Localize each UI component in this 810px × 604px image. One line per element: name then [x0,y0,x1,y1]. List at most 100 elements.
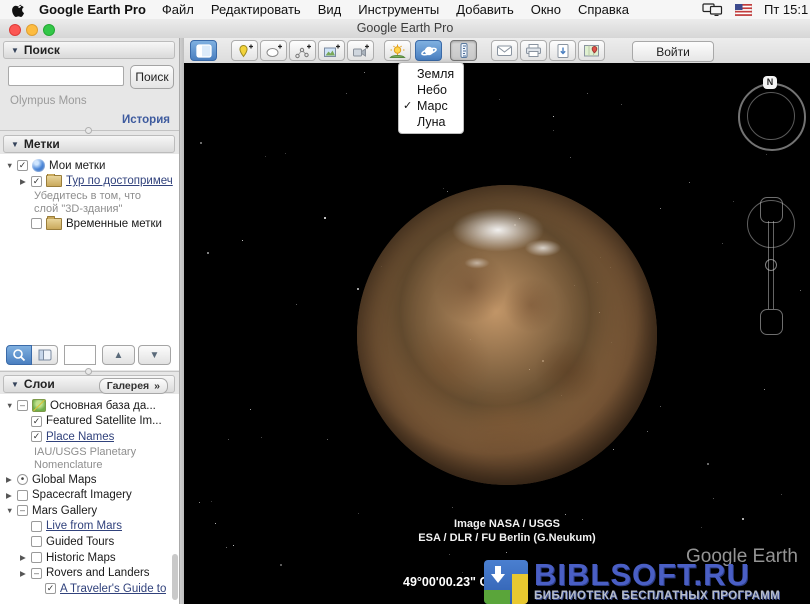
planet-menu-item-марс[interactable]: ✓Марс [399,98,463,114]
checkbox-checked[interactable]: ✓ [17,160,28,171]
north-indicator[interactable]: N [763,76,777,89]
add-image-overlay-button[interactable] [318,40,345,61]
panel-divider-handle[interactable] [85,368,92,375]
switch-planet-button[interactable] [415,40,442,61]
panel-divider-handle[interactable] [85,127,92,134]
menubar-clock[interactable]: Пт 15:1 [764,2,810,17]
recent-search-entry[interactable]: Olympus Mons [10,95,87,107]
gallery-button-label: Галерея [107,380,149,392]
checkbox-partial[interactable]: – [31,568,42,579]
collapse-triangle-icon[interactable]: ▼ [11,140,19,149]
planet-menu-item-луна[interactable]: Луна [399,114,463,130]
tree-note-text: Nomenclature [34,459,102,471]
print-button[interactable] [520,40,547,61]
zoom-out-button[interactable] [760,309,783,335]
star [452,507,453,508]
menu-item[interactable]: Редактировать [211,2,301,17]
add-polygon-button[interactable] [260,40,287,61]
move-down-button[interactable]: ▼ [138,345,171,365]
menu-app-name[interactable]: Google Earth Pro [39,2,146,17]
mars-globe[interactable] [357,185,657,485]
apple-menu-icon[interactable] [12,2,25,17]
expander-right-icon[interactable]: ▶ [6,491,17,500]
checkbox-checked[interactable]: ✓ [45,583,56,594]
search-input[interactable] [8,66,124,86]
menu-item[interactable]: Инструменты [358,2,439,17]
checkbox-checked[interactable]: ✓ [31,431,42,442]
tree-label: Rovers and Landers [46,567,150,579]
placemark-count-box[interactable] [64,345,96,365]
checkbox-partial[interactable]: – [17,505,28,516]
checkbox-partial[interactable]: – [17,400,28,411]
expander-right-icon[interactable]: ▶ [20,553,31,562]
star [199,502,200,503]
checkbox-unchecked[interactable] [31,521,42,532]
save-image-button[interactable] [549,40,576,61]
menu-item[interactable]: Файл [162,2,194,17]
tree-label: Featured Satellite Im... [46,415,162,427]
planet-menu-item-небо[interactable]: Небо [399,82,463,98]
planet-menu-label: Земля [417,67,454,81]
checkbox-unchecked[interactable] [31,552,42,563]
menu-item[interactable]: Окно [531,2,561,17]
checkbox-unchecked[interactable] [17,490,28,501]
layers-scrollbar-thumb[interactable] [172,554,178,600]
expander-right-icon[interactable]: ▶ [6,475,17,484]
planet-menu-label: Марс [417,99,448,113]
layers-panel-header[interactable]: ▼ Слои Галерея » [3,375,175,393]
record-tour-button[interactable] [347,40,374,61]
search-panel-header[interactable]: ▼ Поиск [3,41,175,59]
expander-right-icon[interactable]: ▶ [20,569,31,578]
menu-item[interactable]: Добавить [456,2,513,17]
print-icon [525,43,542,58]
show-panel-button[interactable] [32,345,58,365]
checkbox-checked[interactable]: ✓ [31,176,42,187]
add-path-button[interactable] [289,40,316,61]
star [358,513,359,514]
tree-label[interactable]: Live from Mars [46,520,122,532]
sunlight-button[interactable] [384,40,411,61]
star [357,288,359,290]
earth-viewer[interactable]: N Image NASA / USGS ESA / DLR / FU Berli… [184,63,810,604]
move-up-button[interactable]: ▲ [102,345,135,365]
menu-item[interactable]: Справка [578,2,629,17]
history-link[interactable]: История [122,114,170,126]
collapse-triangle-icon[interactable]: ▼ [11,46,19,55]
toggle-sidebar-button[interactable] [190,40,217,61]
expander-down-icon[interactable]: ▼ [6,506,17,515]
keyboard-flag-icon[interactable] [735,4,752,16]
watermark-text: BIBLSOFT.RU БИБЛИОТЕКА БЕСПЛАТНЫХ ПРОГРА… [534,560,780,602]
email-button[interactable] [491,40,518,61]
search-panel-title: Поиск [24,43,60,57]
checkbox-dot[interactable]: • [17,474,28,485]
places-panel-header[interactable]: ▼ Метки [3,135,175,153]
zoom-in-button[interactable] [760,197,783,223]
gallery-button[interactable]: Галерея » [99,378,168,394]
tree-label[interactable]: A Traveler's Guide to [60,583,166,595]
displays-icon[interactable] [702,3,723,16]
ruler-button[interactable] [450,40,477,61]
tree-row: ▼–Основная база да... [0,398,179,414]
tree-row: ▶•Global Maps [0,472,179,488]
add-placemark-button[interactable] [231,40,258,61]
expander-right-icon[interactable]: ▶ [20,177,31,186]
zoom-to-placemark-button[interactable] [6,345,32,365]
sign-in-button[interactable]: Войти [632,41,714,62]
tree-label[interactable]: Тур по достопримеч [66,175,173,187]
view-in-maps-button[interactable] [578,40,605,61]
collapse-triangle-icon[interactable]: ▼ [11,380,19,389]
planet-menu-item-земля[interactable]: Земля [399,66,463,82]
checkbox-unchecked[interactable] [31,218,42,229]
expander-down-icon[interactable]: ▼ [6,161,17,170]
star [506,552,507,553]
expander-down-icon[interactable]: ▼ [6,401,17,410]
checkbox-checked[interactable]: ✓ [31,416,42,427]
zoom-slider-knob[interactable] [765,259,777,271]
checkbox-unchecked[interactable] [31,536,42,547]
search-button[interactable]: Поиск [130,65,174,89]
tree-label[interactable]: Place Names [46,431,114,443]
star [660,208,661,209]
layers-tree: ▼–Основная база да... ✓ Featured Satellite… [0,394,179,597]
menu-item[interactable]: Вид [318,2,342,17]
star [233,545,234,546]
